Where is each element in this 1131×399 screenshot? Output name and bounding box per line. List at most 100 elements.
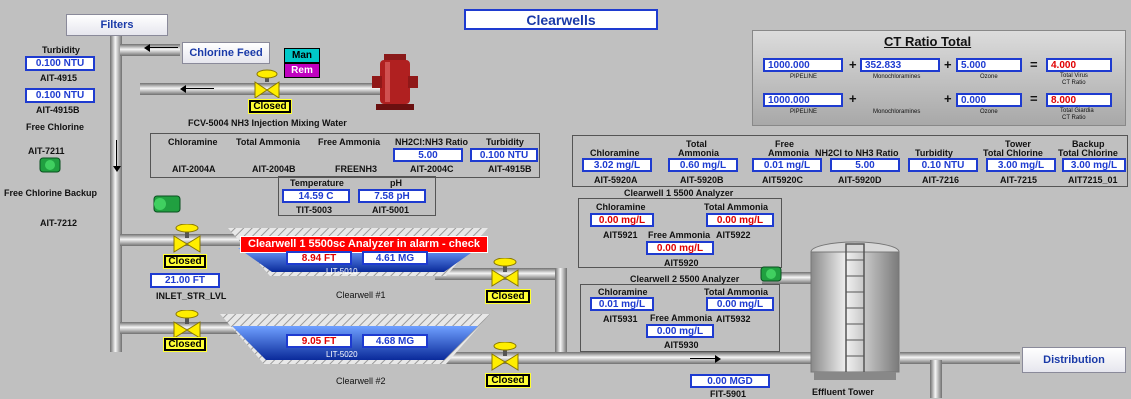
main-vertical-pipe [110,40,122,352]
rem-mode-indicator[interactable]: Rem [284,63,320,78]
turbidity-value-4915b: 0.100 NTU [25,88,95,103]
fcv-label: FCV-5004 NH3 Injection Mixing Water [188,118,347,128]
ph-header: pH [390,178,402,188]
r-backup-header-2: Total Chlorine [1058,148,1118,158]
cw1-analyzer-title: Clearwell 1 5500 Analyzer [624,188,734,198]
ct-virus-label-2: CT Ratio [1062,80,1086,86]
r-ratio-header: NH2Cl to NH3 Ratio [815,148,899,158]
r-turbidity-header: Turbidity [915,148,953,158]
clearwell-1-outlet-valve-icon[interactable] [490,258,520,288]
ct-ozone-label-2: Ozone [980,109,998,115]
ct-plus-1: + [849,57,857,72]
ct-plus-3: + [849,91,857,106]
r-tag-7215: AIT-7215 [1000,175,1038,185]
arrow-right-icon [715,355,721,363]
mid-chloramine-header: Chloramine [168,137,218,147]
clearwell-2-inlet-valve-icon[interactable] [172,310,202,340]
cw1-total-ammonia-value: 0.00 mg/L [706,213,774,227]
fcv-valve-icon[interactable] [252,68,282,98]
distribution-button[interactable]: Distribution [1022,347,1126,373]
hmi-screen: Filters Chlorine Feed Clearwells Distrib… [0,0,1131,399]
filters-button[interactable]: Filters [66,14,168,36]
cw2-total-ammonia-header: Total Ammonia [704,287,769,297]
ct-pipeline-label-2: PIPELINE [790,109,818,115]
ph-value: 7.58 pH [358,189,426,203]
clearwell-2-outlet-valve-status: Closed [485,373,531,388]
ct-ozone-value-1: 5.000 [956,58,1022,72]
ct-giardia-ratio-value: 8.000 [1046,93,1112,107]
r-tower-header-2: Total Chlorine [983,148,1043,158]
cw1-chloramine-value: 0.00 mg/L [590,213,654,227]
turbidity-value-4915: 0.100 NTU [25,56,95,71]
clearwell-1-tag: LIT-5010 [326,267,358,276]
free-chlorine-backup-label: Free Chlorine Backup [4,188,98,198]
ct-virus-ratio-value: 4.000 [1046,58,1112,72]
cw2-free-ammonia-header: Free Ammonia [650,313,713,323]
clearwell-2-tag: LIT-5020 [326,350,358,359]
effluent-tower-icon [810,241,900,380]
clearwell-2-name: Clearwell #2 [336,376,386,386]
turbidity-tag-4915: AIT-4915 [40,73,78,83]
clearwell-1-name: Clearwell #1 [336,290,386,300]
distribution-pipe [900,352,1020,364]
mid-tag-2004b: AIT-2004B [252,164,296,174]
clearwell1-outlet-drop [555,268,567,358]
cw1-chloramine-header: Chloramine [596,202,646,212]
r-chloramine-value: 3.02 mg/L [582,158,652,172]
clearwell-1-inlet-valve-status: Closed [163,254,207,269]
cw1-total-ammonia-header: Total Ammonia [704,202,769,212]
mid-ratio-value: 5.00 [393,148,463,162]
cw2-free-ammonia-value: 0.00 mg/L [646,324,714,338]
cw1-tag-5921: AIT5921 [603,230,638,240]
cw2-total-ammonia-value: 0.00 mg/L [706,297,774,311]
mid-tag-freenh3: FREENH3 [335,164,378,174]
ct-plus-2: + [944,57,952,72]
mid-total-ammonia-header: Total Ammonia [236,137,301,147]
turbidity-heading: Turbidity [42,45,80,55]
effluent-tower-label: Effluent Tower [812,387,874,397]
man-mode-indicator[interactable]: Man [284,48,320,63]
cw2-tag-5932: AIT5932 [716,314,751,324]
r-turbidity-value: 0.10 NTU [908,158,978,172]
ct-pipeline-label-1: PIPELINE [790,74,818,80]
arrow-left-icon [180,85,186,93]
ct-pipeline-value-2: 1000.000 [763,93,843,107]
clearwell-1-outlet-valve-status: Closed [485,289,531,304]
r-tag-5920c: AIT5920C [762,175,804,185]
clearwell-1-level-value: 8.94 FT [286,251,352,265]
r-total-header-2: Ammonia [678,148,720,158]
temperature-header: Temperature [290,178,344,188]
ph-tag: AIT-5001 [372,205,410,215]
cw1-tag-5922: AIT5922 [716,230,751,240]
ct-ozone-value-2: 0.000 [956,93,1022,107]
r-tag-7216: AIT-7216 [922,175,960,185]
clearwell-2-basin [220,314,490,364]
clearwell-2-inlet-valve-status: Closed [163,337,207,352]
mid-turbidity-value: 0.100 NTU [470,148,538,162]
free-chlorine-label: Free Chlorine [26,122,85,132]
cw2-tag-5930: AIT5930 [664,340,699,350]
cw1-free-ammonia-value: 0.00 mg/L [646,241,714,255]
tower-outlet-drop [930,360,942,398]
clearwell-2-outlet-valve-icon[interactable] [490,342,520,372]
ct-pipeline-value-1: 1000.000 [763,58,843,72]
inlet-level-tag: INLET_STR_LVL [156,291,227,301]
r-ratio-value: 5.00 [830,158,900,172]
cw2-chloramine-header: Chloramine [598,287,648,297]
turbidity-tag-4915b: AIT-4915B [36,105,80,115]
mid-tag-2004a: AIT-2004A [172,164,216,174]
r-chloramine-header: Chloramine [590,148,640,158]
ct-monochloramine-label-1: Monochloramines [873,74,921,80]
arrow-left-icon [184,88,214,89]
chlorine-feed-button[interactable]: Chlorine Feed [182,42,270,64]
r-free-ammonia-value: 0.01 mg/L [752,158,822,172]
mid-turbidity-header: Turbidity [486,137,524,147]
fcv-status-badge: Closed [248,99,292,114]
backup-pump-icon [153,195,181,213]
cw1-free-ammonia-header: Free Ammonia [648,230,711,240]
hydrant-icon [372,54,418,110]
cw2-chloramine-value: 0.01 mg/L [590,297,654,311]
mid-tag-4915b: AIT-4915B [488,164,532,174]
clearwell-1-inlet-valve-icon[interactable] [172,224,202,254]
r-total-ammonia-value: 0.60 mg/L [668,158,738,172]
